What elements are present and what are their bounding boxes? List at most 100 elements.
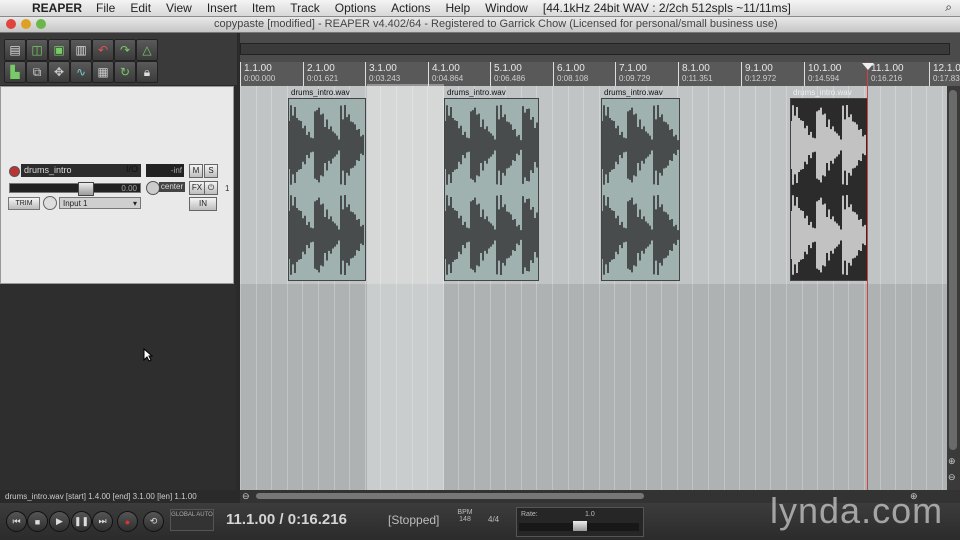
ripple-edit-icon[interactable]: ⧉ <box>26 61 48 83</box>
record-icon[interactable]: ● <box>117 511 138 532</box>
pan-knob[interactable] <box>146 181 160 195</box>
ruler-time-label: 0:08.108 <box>557 74 589 83</box>
waveform <box>445 105 538 275</box>
item-info-status: drums_intro.wav [start] 1.4.00 [end] 3.1… <box>0 490 237 503</box>
record-input-select[interactable]: Input 1 ▾ <box>59 197 141 209</box>
ruler-time-label: 0:04.864 <box>432 74 464 83</box>
automation-mode-button[interactable]: TRIM <box>8 197 40 210</box>
ruler-tick: 5.1.00 0:06.486 <box>490 62 525 86</box>
grid-line <box>692 86 693 490</box>
undo-icon[interactable]: ↶ <box>92 39 114 61</box>
waveform-channel <box>602 105 679 185</box>
redo-icon[interactable]: ↷ <box>114 39 136 61</box>
menu-file[interactable]: File <box>96 1 115 15</box>
global-automation-button[interactable]: GLOBAL AUTO <box>170 509 214 531</box>
vertical-scroll-thumb[interactable] <box>949 90 957 450</box>
ruler-bar-label: 4.1.00 <box>432 63 460 74</box>
menu-options[interactable]: Options <box>335 1 376 15</box>
play-icon[interactable]: ▶ <box>49 511 70 532</box>
volume-fader-knob[interactable] <box>78 182 94 196</box>
menu-edit[interactable]: Edit <box>130 1 151 15</box>
menu-help[interactable]: Help <box>445 1 470 15</box>
media-item[interactable]: drums_intro.wav <box>790 88 868 281</box>
waveform <box>791 105 866 275</box>
ruler-bar-label: 2.1.00 <box>307 63 335 74</box>
transport-state: [Stopped] <box>388 513 440 527</box>
item-grouping-icon[interactable]: ✥ <box>48 61 70 83</box>
menu-item[interactable]: Item <box>252 1 275 15</box>
menu-view[interactable]: View <box>166 1 192 15</box>
pause-icon[interactable]: ❚❚ <box>71 511 92 532</box>
horizontal-scroll-thumb[interactable] <box>256 493 644 499</box>
zoom-out-vertical-icon[interactable]: ⊖ <box>948 472 956 483</box>
vertical-scrollbar[interactable]: ⊕ ⊖ <box>947 86 960 490</box>
arrange-view[interactable]: drums_intro.wav drums_intro.wav drums_intr… <box>240 86 947 490</box>
fx-button[interactable]: FX <box>189 181 205 195</box>
fx-bypass-icon[interactable]: ⏻ <box>204 181 218 195</box>
menu-insert[interactable]: Insert <box>207 1 237 15</box>
ruler-tick: 6.1.00 0:08.108 <box>553 62 588 86</box>
timeline-ruler[interactable]: 1.1.00 0:00.000 2.1.00 0:01.621 3.1.00 0:03.2… <box>240 62 960 87</box>
envelope-icon[interactable]: ∿ <box>70 61 92 83</box>
bpm-display[interactable]: BPM 148 <box>455 509 475 523</box>
input-monitor-icon[interactable] <box>43 196 57 210</box>
save-project-icon[interactable]: ▣ <box>48 39 70 61</box>
grid-line <box>599 86 600 490</box>
transport-position[interactable]: 11.1.00 / 0:16.216 <box>226 511 347 528</box>
record-input-value: Input 1 <box>63 199 88 208</box>
grid-snap-icon[interactable]: ▙ <box>4 61 26 83</box>
zoom-in-vertical-icon[interactable]: ⊕ <box>948 456 956 467</box>
ruler-time-label: 0:00.000 <box>244 74 276 83</box>
media-item[interactable]: drums_intro.wav <box>444 88 539 281</box>
menu-actions[interactable]: Actions <box>391 1 430 15</box>
stop-icon[interactable]: ■ <box>27 511 48 532</box>
mute-button[interactable]: M <box>189 164 203 178</box>
solo-button[interactable]: S <box>204 164 218 178</box>
menu-track[interactable]: Track <box>290 1 320 15</box>
ruler-time-label: 0:09.729 <box>619 74 651 83</box>
media-item[interactable]: drums_intro.wav <box>601 88 680 281</box>
grid-line <box>708 86 709 490</box>
lock-icon[interactable]: 🔒︎ <box>136 61 158 83</box>
zoom-out-horizontal-icon[interactable]: ⊖ <box>242 491 250 502</box>
grid-line <box>256 86 257 490</box>
repeat-icon[interactable]: ⟲ <box>143 511 164 532</box>
play-cursor-marker-icon[interactable] <box>862 63 874 70</box>
loop-region-bar[interactable] <box>240 43 950 55</box>
go-to-end-icon[interactable]: ⏭ <box>92 511 113 532</box>
ruler-time-label: 0:17.83 <box>933 74 960 83</box>
time-signature[interactable]: 4/4 <box>488 515 499 524</box>
open-project-icon[interactable]: ◫ <box>26 39 48 61</box>
waveform-channel <box>445 195 538 275</box>
metronome-icon[interactable]: △ <box>136 39 158 61</box>
rate-label: Rate: <box>521 511 538 518</box>
global-automation-label: GLOBAL AUTO <box>171 512 213 518</box>
new-project-icon[interactable]: ▤ <box>4 39 26 61</box>
menu-window[interactable]: Window <box>485 1 528 15</box>
rate-slider[interactable] <box>519 521 639 531</box>
grid-line <box>739 86 740 490</box>
loop-icon[interactable]: ↻ <box>114 61 136 83</box>
track-panel-empty-area[interactable] <box>0 284 236 490</box>
app-menu[interactable]: REAPER <box>32 1 82 15</box>
project-settings-icon[interactable]: ▥ <box>70 39 92 61</box>
input-fx-button[interactable]: IN <box>189 197 217 211</box>
time-selection[interactable] <box>367 84 444 490</box>
close-window-icon[interactable] <box>6 19 16 29</box>
io-button[interactable]: I/O <box>126 164 138 174</box>
media-item[interactable]: drums_intro.wav <box>288 88 366 281</box>
minimize-window-icon[interactable] <box>21 19 31 29</box>
go-to-start-icon[interactable]: ⏮ <box>6 511 27 532</box>
zoom-window-icon[interactable] <box>36 19 46 29</box>
track-name-field[interactable]: drums_intro <box>21 164 141 177</box>
ruler-tick: 9.1.00 0:12.972 <box>741 62 776 86</box>
grid-line <box>895 86 896 490</box>
volume-fader[interactable]: 0.00 <box>9 182 141 196</box>
menu-bar: REAPER File Edit View Insert Item Track … <box>0 0 960 17</box>
spotlight-search-icon[interactable]: ⌕ <box>945 0 952 15</box>
rate-slider-thumb[interactable] <box>573 521 587 531</box>
ruler-bar-label: 6.1.00 <box>557 63 585 74</box>
record-arm-button[interactable] <box>9 166 20 177</box>
grid-lines-icon[interactable]: ▦ <box>92 61 114 83</box>
waveform-channel <box>445 105 538 185</box>
